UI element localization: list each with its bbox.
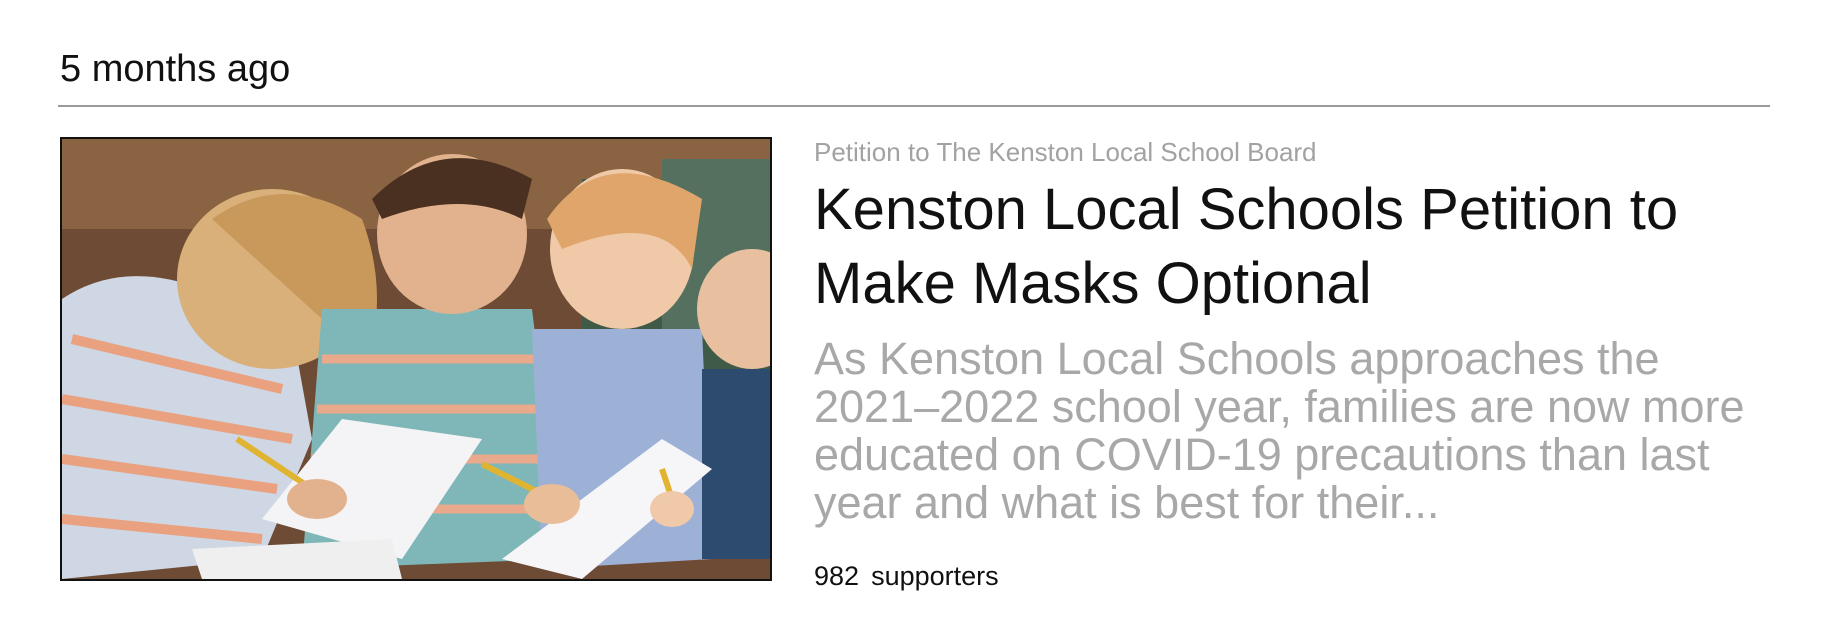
petition-description: As Kenston Local Schools approaches the …	[814, 333, 1745, 528]
petition-thumbnail[interactable]	[60, 137, 772, 581]
children-writing-photo-icon	[62, 139, 770, 579]
supporter-label: supporters	[871, 561, 999, 591]
supporters-count: 982 supporters	[814, 559, 1754, 593]
petition-card[interactable]: Petition to The Kenston Local School Boa…	[58, 135, 1770, 591]
divider	[58, 105, 1770, 107]
petition-title[interactable]: Kenston Local Schools Petition to Make M…	[814, 173, 1754, 321]
petition-recipient: Petition to The Kenston Local School Boa…	[814, 137, 1317, 167]
timestamp: 5 months ago	[60, 48, 291, 90]
petition-info: Petition to The Kenston Local School Boa…	[814, 135, 1754, 593]
supporter-number: 982	[814, 561, 860, 591]
